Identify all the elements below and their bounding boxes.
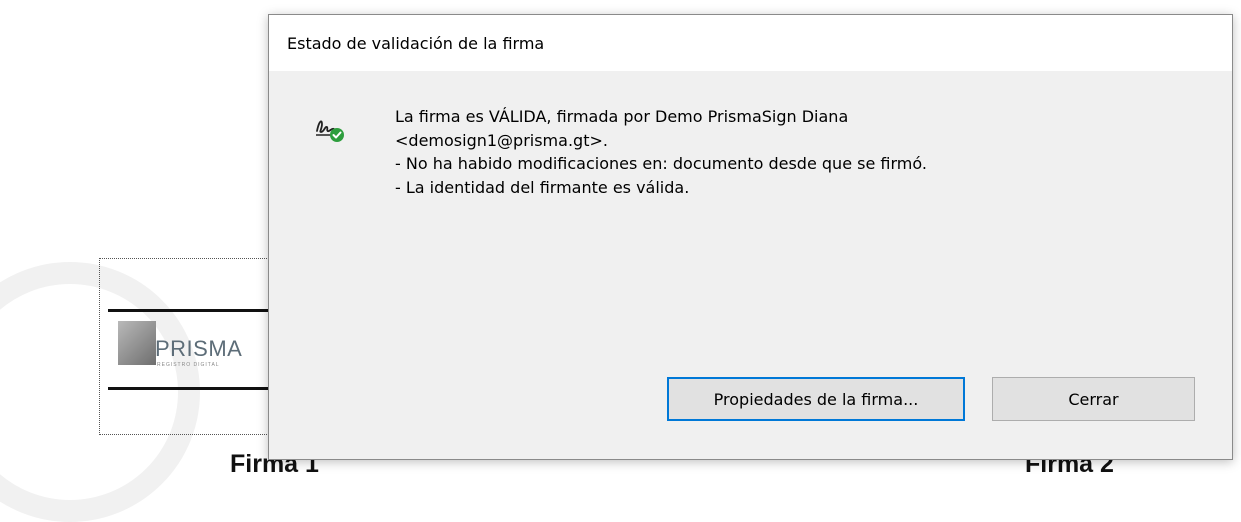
prisma-logo-subtitle: REGISTRO DIGITAL	[157, 362, 220, 368]
dialog-titlebar[interactable]: Estado de validación de la firma	[269, 15, 1232, 71]
validation-message: La firma es VÁLIDA, firmada por Demo Pri…	[395, 105, 1175, 199]
prisma-logo-text: PRISMA	[155, 336, 243, 361]
signature-validation-dialog: Estado de validación de la firma La firm…	[268, 14, 1233, 460]
message-line-email: <demosign1@prisma.gt>.	[395, 130, 608, 150]
message-line-modifications: - No ha habido modificaciones en: docume…	[395, 154, 927, 173]
message-line-identity: - La identidad del firmante es válida.	[395, 177, 690, 197]
signature-line-top	[108, 309, 288, 312]
close-button[interactable]: Cerrar	[992, 377, 1195, 421]
message-line-status: La firma es VÁLIDA, firmada por Demo Pri…	[395, 107, 849, 126]
prisma-logo-mark	[118, 321, 156, 365]
signature-valid-icon	[316, 120, 344, 142]
dialog-title: Estado de validación de la firma	[287, 33, 545, 53]
signature-properties-button[interactable]: Propiedades de la firma...	[667, 377, 965, 421]
signature-line-bottom	[108, 387, 288, 390]
